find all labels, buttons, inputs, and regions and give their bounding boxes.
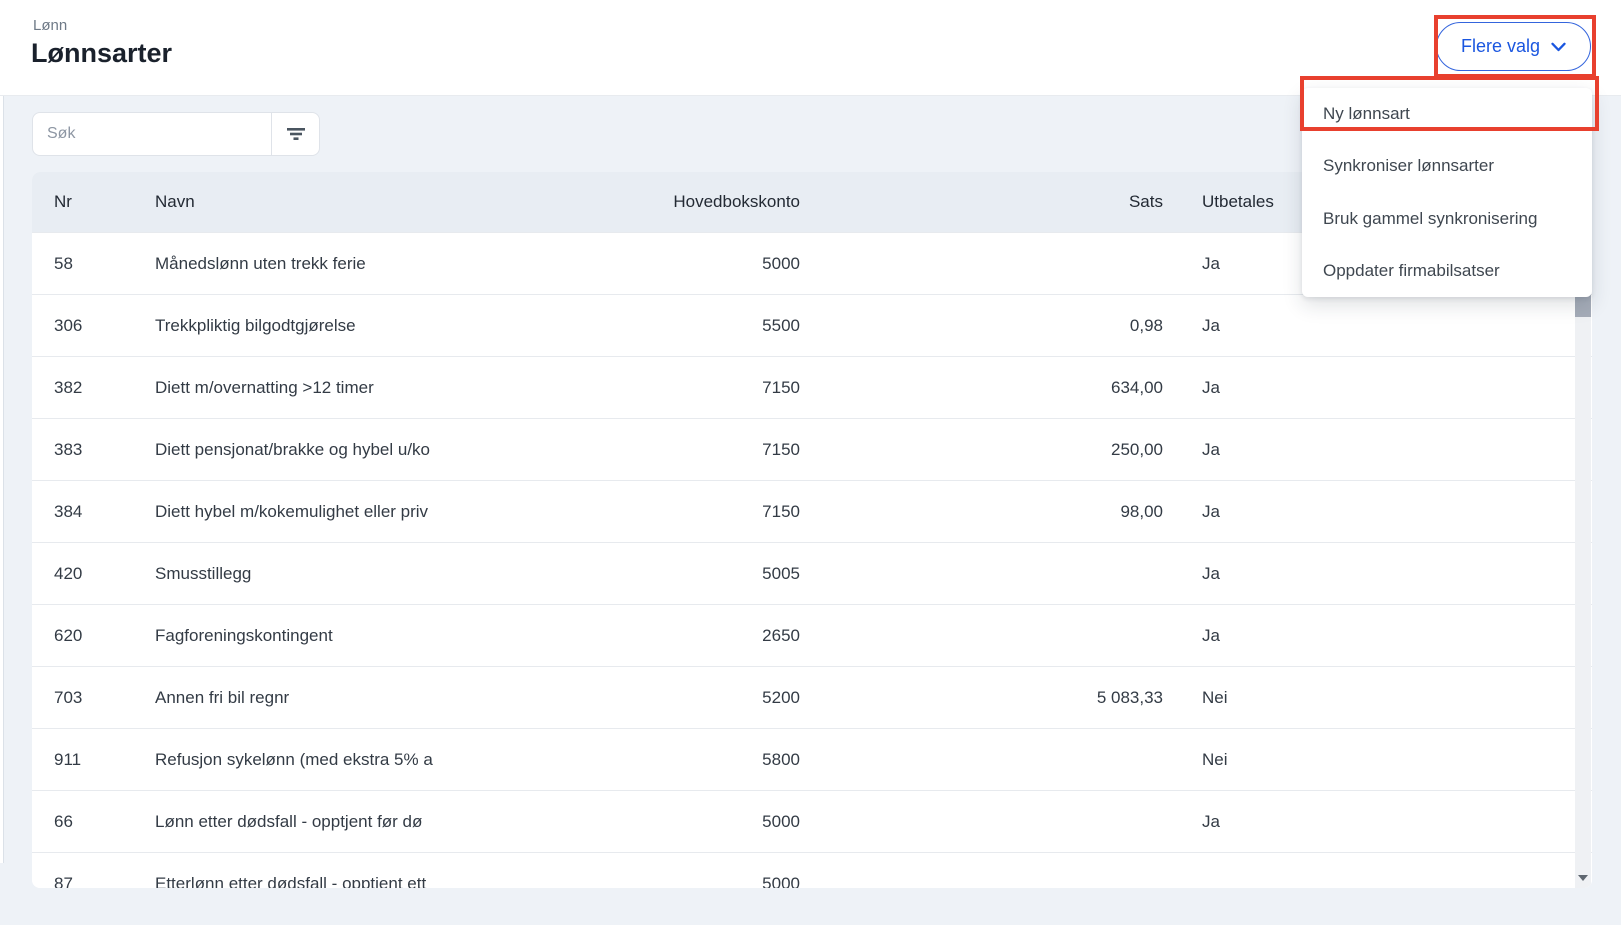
cell-hovedbokskonto: 5000: [762, 253, 800, 273]
cell-navn: Månedslønn uten trekk ferie: [155, 253, 366, 273]
cell-hovedbokskonto: 7150: [762, 439, 800, 459]
filter-lines-icon: [286, 127, 306, 141]
column-header-navn[interactable]: Navn: [155, 172, 479, 232]
cell-sats: [932, 605, 1163, 666]
cell-sats: [932, 233, 1163, 294]
cell-sats: 0,98: [1129, 315, 1163, 335]
breadcrumb: Lønn: [33, 17, 68, 34]
cell-sats: 98,00: [1120, 501, 1163, 521]
search-control: [32, 112, 320, 156]
cell-nr: 58: [54, 253, 73, 273]
chevron-down-icon: [1551, 42, 1566, 52]
cell-utbetales: Ja: [1202, 811, 1220, 831]
cell-nr: 306: [54, 315, 83, 335]
cell-nr: 383: [54, 439, 83, 459]
column-header-nr[interactable]: Nr: [54, 172, 144, 232]
cell-hovedbokskonto: 5000: [762, 873, 800, 889]
cell-navn: Annen fri bil regnr: [155, 687, 290, 707]
table-row-partial[interactable]: 87 Etterlønn etter dødsfall - opptjent e…: [32, 852, 1592, 888]
cell-navn: Refusjon sykelønn (med ekstra 5% a: [155, 749, 433, 769]
table-row[interactable]: 420 Smusstillegg 5005 Ja: [32, 542, 1592, 604]
table-row[interactable]: 911 Refusjon sykelønn (med ekstra 5% a 5…: [32, 728, 1592, 790]
more-options-button-label: Flere valg: [1460, 36, 1540, 56]
cell-hovedbokskonto: 5005: [762, 563, 800, 583]
cell-utbetales: Nei: [1202, 687, 1228, 707]
cell-navn: Fagforeningskontingent: [155, 625, 333, 645]
more-options-menu: Ny lønnsart Synkroniser lønnsarter Bruk …: [1302, 88, 1592, 297]
cell-utbetales: Ja: [1202, 377, 1220, 397]
sidebar-edge: [0, 0, 4, 863]
cell-hovedbokskonto: 7150: [762, 377, 800, 397]
cell-utbetales: Nei: [1202, 749, 1228, 769]
table-row[interactable]: 66 Lønn etter dødsfall - opptjent før dø…: [32, 790, 1592, 852]
filter-button[interactable]: [271, 113, 319, 155]
menu-item-synkroniser-lonnsarter[interactable]: Synkroniser lønnsarter: [1302, 140, 1592, 192]
scrollbar-down-arrow-icon[interactable]: [1578, 875, 1588, 881]
vertical-scrollbar[interactable]: [1575, 232, 1591, 888]
cell-sats: [932, 543, 1163, 604]
cell-utbetales: Ja: [1202, 625, 1220, 645]
cell-navn: Trekkpliktig bilgodtgjørelse: [155, 315, 356, 335]
menu-item-oppdater-firmabilsatser[interactable]: Oppdater firmabilsatser: [1302, 245, 1592, 297]
page-title: Lønnsarter: [31, 38, 173, 68]
cell-navn: Smusstillegg: [155, 563, 252, 583]
cell-hovedbokskonto: 5000: [762, 811, 800, 831]
column-header-sats[interactable]: Sats: [932, 172, 1163, 232]
cell-sats: [932, 729, 1163, 790]
menu-item-bruk-gammel-synkronisering[interactable]: Bruk gammel synkronisering: [1302, 193, 1592, 245]
cell-hovedbokskonto: 5500: [762, 315, 800, 335]
cell-nr: 87: [54, 873, 73, 889]
cell-nr: 420: [54, 563, 83, 583]
cell-sats: [932, 791, 1163, 852]
cell-hovedbokskonto: 7150: [762, 501, 800, 521]
cell-navn: Diett hybel m/kokemulighet eller priv: [155, 501, 429, 521]
cell-nr: 911: [54, 749, 82, 769]
screen: Lønn Lønnsarter Flere valg Nr Navn: [0, 0, 1621, 925]
more-options-button[interactable]: Flere valg: [1435, 22, 1591, 71]
cell-navn: Etterlønn etter dødsfall - opptjent ett: [155, 873, 427, 889]
cell-sats: 250,00: [1111, 439, 1163, 459]
cell-nr: 620: [54, 625, 83, 645]
cell-hovedbokskonto: 5200: [762, 687, 800, 707]
cell-navn: Diett m/overnatting >12 timer: [155, 377, 374, 397]
table-row[interactable]: 620 Fagforeningskontingent 2650 Ja: [32, 604, 1592, 666]
cell-utbetales: [1202, 853, 1342, 888]
cell-navn: Diett pensjonat/brakke og hybel u/ko: [155, 439, 431, 459]
cell-utbetales: Ja: [1202, 315, 1220, 335]
cell-nr: 703: [54, 687, 83, 707]
cell-navn: Lønn etter dødsfall - opptjent før dø: [155, 811, 423, 831]
cell-sats: [932, 853, 1163, 888]
cell-utbetales: Ja: [1202, 439, 1220, 459]
cell-nr: 382: [54, 377, 83, 397]
cell-utbetales: Ja: [1202, 501, 1220, 521]
table-row[interactable]: 383 Diett pensjonat/brakke og hybel u/ko…: [32, 418, 1592, 480]
cell-nr: 66: [54, 811, 73, 831]
menu-item-ny-lonnsart[interactable]: Ny lønnsart: [1302, 88, 1592, 140]
table-row[interactable]: 306 Trekkpliktig bilgodtgjørelse 5500 0,…: [32, 294, 1592, 356]
cell-sats: 634,00: [1111, 377, 1163, 397]
cell-nr: 384: [54, 501, 83, 521]
column-header-hovedbokskonto[interactable]: Hovedbokskonto: [572, 172, 800, 232]
cell-utbetales: Ja: [1202, 563, 1220, 583]
table-row[interactable]: 384 Diett hybel m/kokemulighet eller pri…: [32, 480, 1592, 542]
cell-sats: 5 083,33: [1096, 687, 1163, 707]
search-input[interactable]: [33, 113, 271, 155]
cell-hovedbokskonto: 2650: [762, 625, 800, 645]
table-row[interactable]: 703 Annen fri bil regnr 5200 5 083,33 Ne…: [32, 666, 1592, 728]
page-header: Lønn Lønnsarter Flere valg: [0, 0, 1621, 96]
table-row[interactable]: 382 Diett m/overnatting >12 timer 7150 6…: [32, 356, 1592, 418]
cell-hovedbokskonto: 5800: [762, 749, 800, 769]
